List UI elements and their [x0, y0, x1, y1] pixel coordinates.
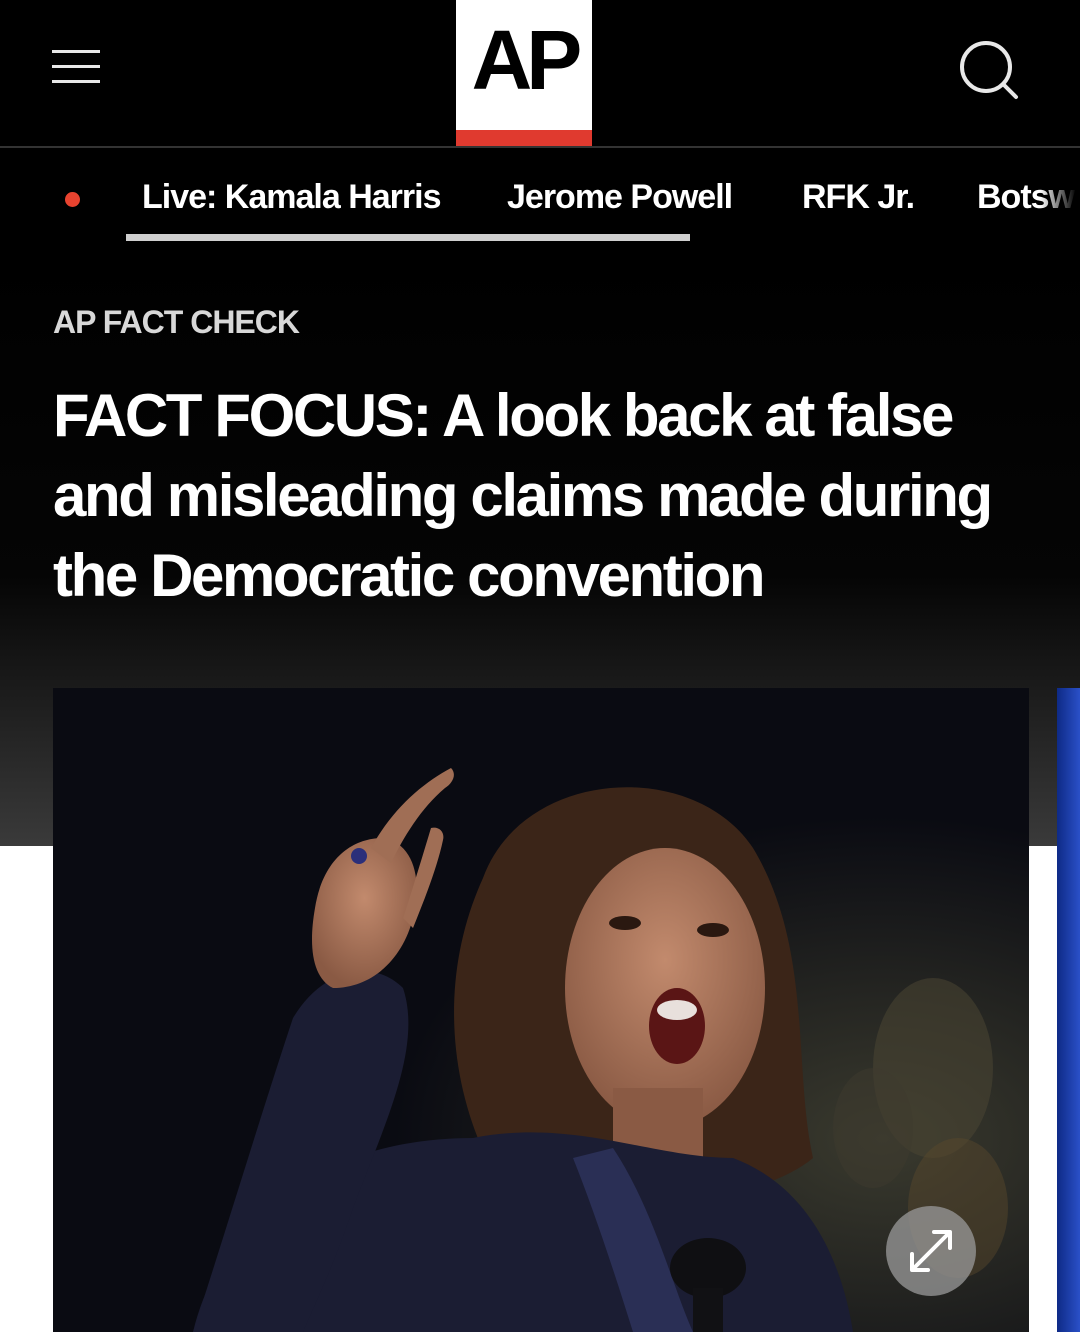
- logo-text: AP: [471, 13, 583, 107]
- search-button[interactable]: [952, 36, 1022, 102]
- article-headline: FACT FOCUS: A look back at false and mis…: [53, 382, 993, 609]
- active-item-underline: [126, 234, 690, 241]
- trending-item-rfk-jr[interactable]: RFK Jr.: [802, 178, 915, 217]
- app-page: AP Live: Kamala Harris Jerome Powell RFK…: [0, 0, 1080, 1332]
- search-icon: [960, 41, 1018, 99]
- expand-image-button[interactable]: [886, 1206, 976, 1296]
- site-header: AP: [0, 0, 1080, 148]
- trending-nav: Live: Kamala Harris Jerome Powell RFK Jr…: [0, 148, 1080, 248]
- logo-accent-bar: [456, 130, 592, 146]
- live-indicator-dot: [65, 192, 80, 207]
- trending-item-jerome-powell[interactable]: Jerome Powell: [507, 178, 733, 217]
- ap-logo[interactable]: AP: [456, 0, 592, 146]
- next-photo-peek[interactable]: [1057, 688, 1080, 1332]
- lead-photo[interactable]: [53, 688, 1029, 1332]
- menu-button[interactable]: [52, 48, 104, 88]
- speaker-photo-illustration: [53, 688, 1029, 1332]
- trending-item-kamala-harris[interactable]: Live: Kamala Harris: [142, 178, 441, 217]
- expand-arrows-icon: [910, 1230, 952, 1272]
- article-kicker[interactable]: AP FACT CHECK: [53, 304, 300, 341]
- trending-fade-edge: [1040, 148, 1080, 248]
